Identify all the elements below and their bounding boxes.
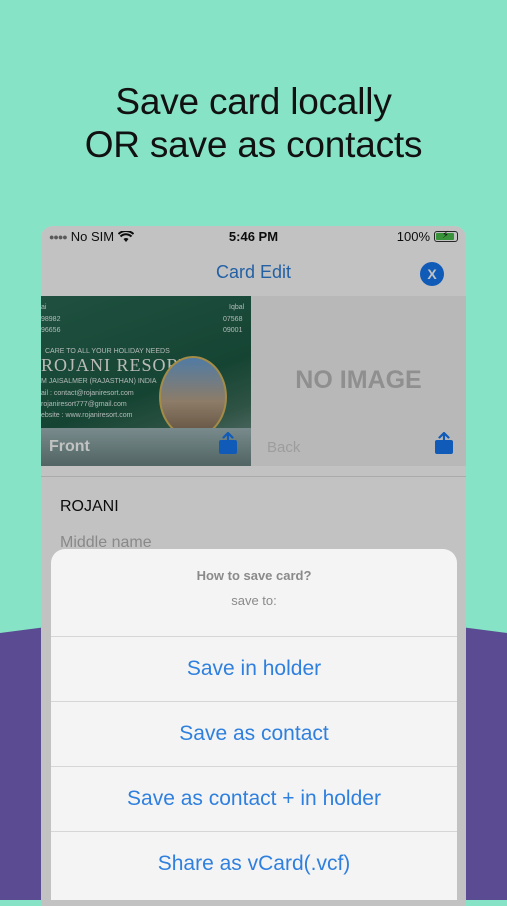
share-vcard-button[interactable]: Share as vCard(.vcf) — [51, 831, 457, 896]
sheet-title: How to save card? — [196, 568, 312, 583]
sheet-subtitle: save to: — [231, 593, 277, 608]
marketing-headline: Save card locally OR save as contacts — [0, 80, 507, 166]
action-sheet: How to save card? save to: Save in holde… — [51, 549, 457, 900]
save-contact-and-holder-button[interactable]: Save as contact + in holder — [51, 766, 457, 831]
headline-line-1: Save card locally — [115, 81, 392, 122]
save-as-contact-button[interactable]: Save as contact — [51, 701, 457, 766]
save-in-holder-button[interactable]: Save in holder — [51, 636, 457, 701]
headline-line-2: OR save as contacts — [84, 124, 423, 165]
